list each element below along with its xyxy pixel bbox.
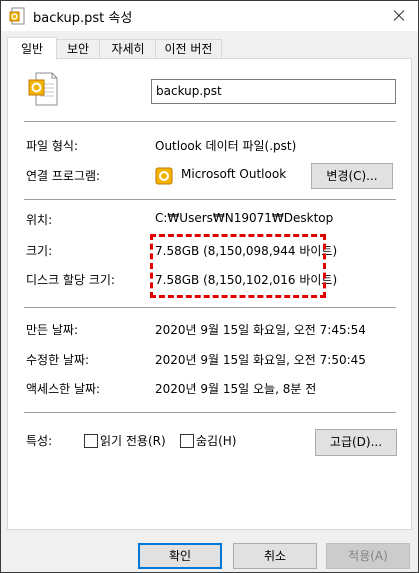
general-panel: backup.pst 파일 형식: Outlook 데이터 파일(.pst) 연…	[7, 58, 412, 530]
tab-general[interactable]: 일반	[7, 37, 57, 60]
separator	[24, 121, 396, 122]
accessed-value: 2020년 9월 15일 오늘, 8분 전	[155, 382, 317, 396]
modified-value: 2020년 9월 15일 화요일, 오전 7:50:45	[155, 353, 366, 367]
tab-previous-versions[interactable]: 이전 버전	[155, 39, 222, 59]
file-type-value: Outlook 데이터 파일(.pst)	[155, 139, 297, 153]
readonly-label[interactable]: 읽기 전용(R)	[100, 432, 166, 449]
separator	[24, 307, 396, 308]
separator	[24, 199, 396, 200]
tab-security[interactable]: 보안	[55, 39, 101, 59]
location-value: C:₩Users₩N19071₩Desktop	[155, 211, 334, 225]
hidden-checkbox[interactable]	[180, 434, 194, 448]
window-title: backup.pst 속성	[33, 11, 133, 26]
opens-with-value: Microsoft Outlook	[181, 167, 287, 181]
separator	[24, 412, 396, 413]
outlook-file-icon	[28, 72, 58, 106]
outlook-app-icon	[155, 167, 173, 185]
opens-with-label: 연결 프로그램:	[26, 169, 101, 183]
title-bar: backup.pst 속성	[1, 1, 418, 31]
hidden-label[interactable]: 숨김(H)	[196, 432, 236, 449]
pst-file-icon	[9, 7, 25, 25]
ok-button[interactable]: 확인	[138, 543, 222, 569]
size-label: 크기:	[26, 244, 53, 258]
size-highlight-box	[150, 234, 326, 298]
location-label: 위치:	[26, 213, 53, 227]
created-value: 2020년 9월 15일 화요일, 오전 7:45:54	[155, 323, 366, 337]
modified-label: 수정한 날짜:	[26, 353, 90, 367]
change-button[interactable]: 변경(C)...	[311, 163, 393, 189]
tab-details[interactable]: 자세히	[99, 39, 157, 59]
properties-window: backup.pst 속성 일반 보안 자세히 이전 버전 backup.pst…	[0, 0, 419, 573]
cancel-button[interactable]: 취소	[233, 543, 317, 569]
attributes-label: 특성:	[26, 434, 53, 448]
readonly-checkbox[interactable]	[84, 434, 98, 448]
size-on-disk-label: 디스크 할당 크기:	[26, 273, 115, 287]
file-name-field[interactable]: backup.pst	[151, 79, 396, 104]
apply-button[interactable]: 적용(A)	[326, 543, 410, 569]
accessed-label: 액세스한 날짜:	[26, 382, 101, 396]
advanced-button[interactable]: 고급(D)...	[315, 429, 397, 456]
close-button[interactable]	[378, 1, 418, 31]
file-type-label: 파일 형식:	[26, 139, 79, 153]
created-label: 만든 날짜:	[26, 323, 79, 337]
